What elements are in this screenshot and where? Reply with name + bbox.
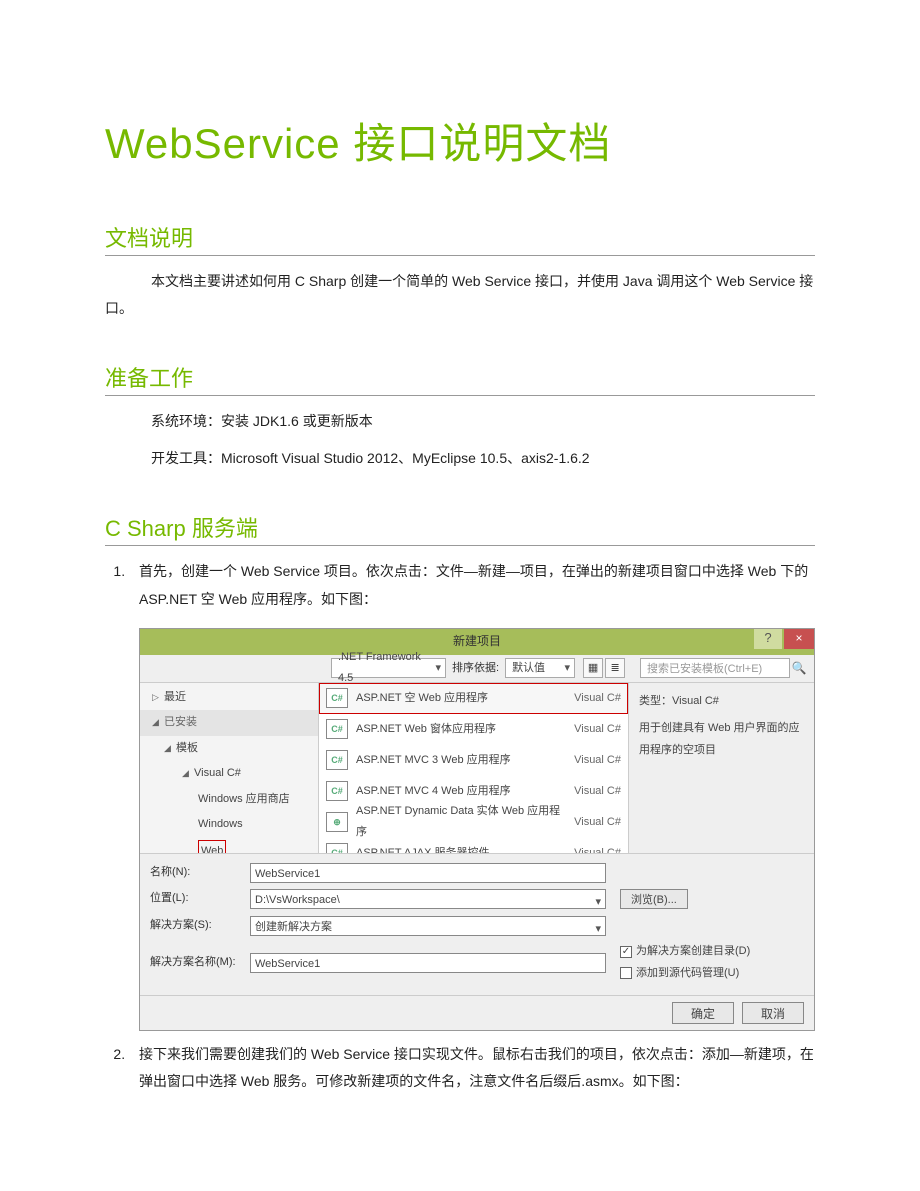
solution-name-input[interactable]: WebService1 [250,953,606,973]
ok-button[interactable]: 确定 [672,1002,734,1024]
name-input[interactable]: WebService1 [250,863,606,883]
tree-templates[interactable]: ◢模板 [140,736,318,761]
tree-installed[interactable]: ◢已安装 [140,710,318,735]
csharp-steps-list: 首先，创建一个 Web Service 项目。依次点击：文件—新建—项目，在弹出… [105,558,815,1095]
description-pane: 类型：Visual C# 用于创建具有 Web 用户界面的应用程序的空项目 [629,683,814,853]
cancel-button[interactable]: 取消 [742,1002,804,1024]
name-label: 名称(N): [150,862,244,883]
tree-recent[interactable]: ▷最近 [140,685,318,710]
tree-visual-csharp[interactable]: ◢Visual C# [140,761,318,786]
template-icon: C# [326,688,348,708]
tree-item-windows[interactable]: Windows [140,812,318,837]
checkbox-checked-icon: ✓ [620,946,632,958]
section-heading-csharp-server: C Sharp 服务端 [105,511,815,546]
sort-label: 排序依据: [452,658,499,679]
location-input[interactable]: D:\VsWorkspace\ [250,889,606,909]
template-list[interactable]: C# ASP.NET 空 Web 应用程序 Visual C# C# ASP.N… [319,683,629,853]
tree-item-windows-store[interactable]: Windows 应用商店 [140,787,318,812]
solution-name-label: 解决方案名称(M): [150,952,244,973]
view-toggle-icons: ▦ ≣ [583,658,625,678]
project-form: 名称(N): WebService1 位置(L): D:\VsWorkspace… [140,853,814,995]
template-aspnet-dynamic-data[interactable]: ⊕ ASP.NET Dynamic Data 实体 Web 应用程序 Visua… [319,807,628,838]
template-lang: Visual C# [574,688,621,709]
create-directory-label: 为解决方案创建目录(D) [636,941,750,962]
framework-dropdown[interactable]: .NET Framework 4.5 [331,658,446,678]
template-lang: Visual C# [574,812,621,833]
step-1: 首先，创建一个 Web Service 项目。依次点击：文件—新建—项目，在弹出… [129,558,815,1031]
desc-text: 用于创建具有 Web 用户界面的应用程序的空项目 [639,718,804,761]
dialog-footer: 确定 取消 [140,995,814,1030]
location-label: 位置(L): [150,888,244,909]
category-tree[interactable]: ▷最近 ◢已安装 ◢模板 ◢Visual C# Windows 应用商店 Win… [140,683,319,853]
template-name: ASP.NET Dynamic Data 实体 Web 应用程序 [356,801,566,844]
section-heading-doc-description: 文档说明 [105,221,815,256]
list-view-icon[interactable]: ≣ [605,658,625,678]
template-name: ASP.NET MVC 4 Web 应用程序 [356,781,566,802]
template-lang: Visual C# [574,781,621,802]
help-button[interactable]: ? [754,629,782,649]
browse-button[interactable]: 浏览(B)... [620,889,688,909]
template-icon: ⊕ [326,812,348,832]
step-2: 接下来我们需要创建我们的 Web Service 接口实现文件。鼠标右击我们的项… [129,1041,815,1096]
template-icon: C# [326,750,348,770]
template-icon: C# [326,781,348,801]
template-name: ASP.NET MVC 3 Web 应用程序 [356,750,566,771]
template-name: ASP.NET AJAX 服务器控件 [356,843,566,853]
add-source-control-label: 添加到源代码管理(U) [636,963,739,984]
template-aspnet-mvc3[interactable]: C# ASP.NET MVC 3 Web 应用程序 Visual C# [319,745,628,776]
prep-env-line: 系统环境：安装 JDK1.6 或更新版本 [151,408,815,435]
search-input[interactable]: 搜索已安装模板(Ctrl+E) [640,658,790,678]
grid-view-icon[interactable]: ▦ [583,658,603,678]
section-heading-preparation: 准备工作 [105,361,815,396]
add-source-control-checkbox-row[interactable]: 添加到源代码管理(U) [620,963,750,984]
search-icon[interactable]: 🔍 [790,657,808,680]
dialog-titlebar: 新建项目 ? × [140,629,814,655]
dialog-title-text: 新建项目 [453,630,501,653]
close-button[interactable]: × [784,629,814,649]
desc-type-label: 类型：Visual C# [639,691,804,712]
template-lang: Visual C# [574,719,621,740]
solution-label: 解决方案(S): [150,915,244,936]
prep-tools-line: 开发工具：Microsoft Visual Studio 2012、MyEcli… [151,445,815,472]
create-directory-checkbox-row[interactable]: ✓ 为解决方案创建目录(D) [620,941,750,962]
new-project-dialog: 新建项目 ? × .NET Framework 4.5 排序依据: 默认值 ▦ … [139,628,815,1031]
tree-item-web[interactable]: Web [140,838,318,853]
template-name: ASP.NET Web 窗体应用程序 [356,719,566,740]
doc-description-paragraph: 本文档主要讲述如何用 C Sharp 创建一个简单的 Web Service 接… [105,268,815,321]
template-lang: Visual C# [574,843,621,853]
step-2-text: 接下来我们需要创建我们的 Web Service 接口实现文件。鼠标右击我们的项… [139,1046,814,1089]
template-name: ASP.NET 空 Web 应用程序 [356,688,566,709]
template-icon: C# [326,843,348,853]
sort-dropdown[interactable]: 默认值 [505,658,575,678]
template-lang: Visual C# [574,750,621,771]
dialog-toolbar: .NET Framework 4.5 排序依据: 默认值 ▦ ≣ 搜索已安装模板… [140,655,814,683]
step-1-text: 首先，创建一个 Web Service 项目。依次点击：文件—新建—项目，在弹出… [139,563,808,606]
checkbox-unchecked-icon [620,967,632,979]
document-title: WebService 接口说明文档 [105,110,815,171]
template-icon: C# [326,719,348,739]
template-aspnet-webforms[interactable]: C# ASP.NET Web 窗体应用程序 Visual C# [319,714,628,745]
solution-dropdown[interactable]: 创建新解决方案 [250,916,606,936]
